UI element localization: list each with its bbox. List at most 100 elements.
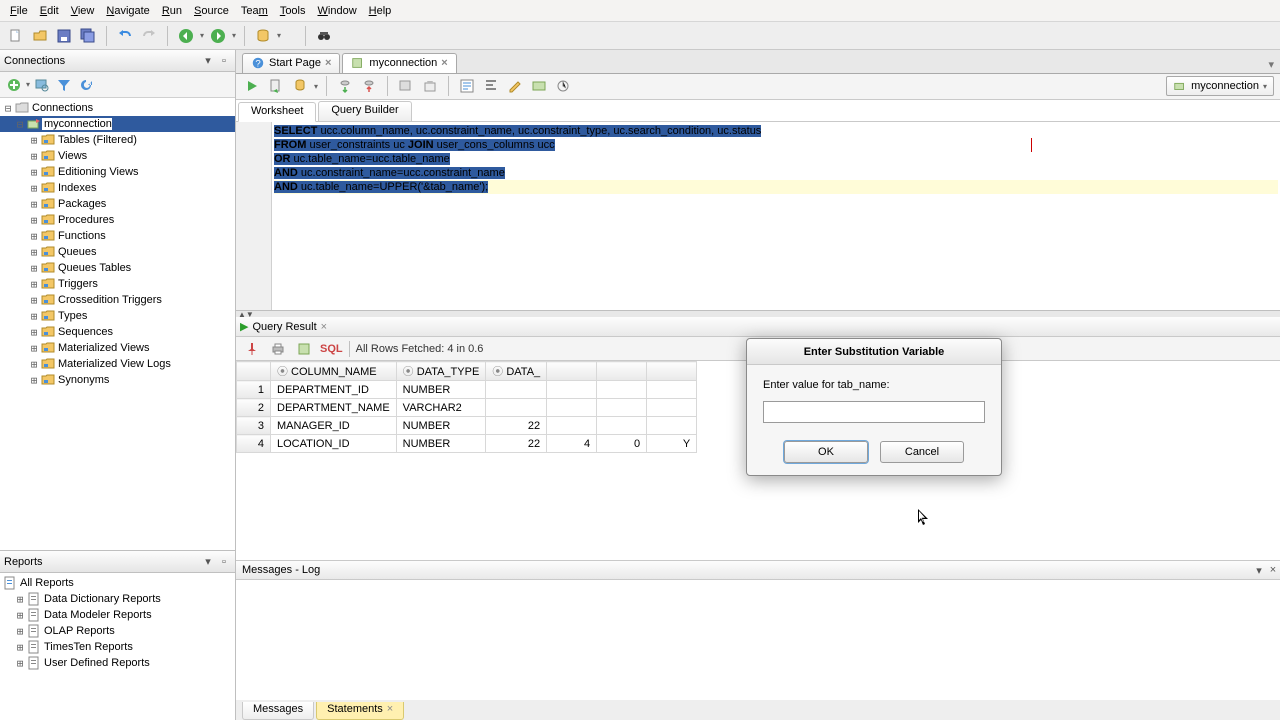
column-header[interactable] bbox=[597, 362, 647, 381]
column-header[interactable]: ⦿ DATA_TYPE bbox=[396, 362, 486, 381]
ok-button[interactable]: OK bbox=[784, 441, 868, 463]
menu-tools[interactable]: Tools bbox=[274, 3, 312, 19]
tree-item[interactable]: ⊞Synonyms bbox=[0, 372, 235, 388]
cancel-button[interactable]: Cancel bbox=[880, 441, 964, 463]
substitution-input[interactable] bbox=[763, 401, 985, 423]
minimize-icon[interactable]: ▾ bbox=[201, 54, 215, 68]
tree-item[interactable]: ⊞Triggers bbox=[0, 276, 235, 292]
tab-worksheet[interactable]: Worksheet bbox=[238, 102, 316, 122]
open-icon[interactable] bbox=[30, 26, 50, 46]
format-icon[interactable] bbox=[481, 76, 501, 96]
connections-tree[interactable]: ⊟ Connections ⊟ myconnection ⊞Tables (Fi… bbox=[0, 98, 235, 550]
tree-item[interactable]: ⊞Materialized View Logs bbox=[0, 356, 235, 372]
column-header[interactable]: ⦿ COLUMN_NAME bbox=[271, 362, 397, 381]
tab-statements[interactable]: Statements× bbox=[316, 702, 404, 720]
table-row[interactable]: 1DEPARTMENT_IDNUMBER bbox=[237, 381, 697, 399]
back-icon[interactable] bbox=[176, 26, 196, 46]
tree-item[interactable]: ⊞Materialized Views bbox=[0, 340, 235, 356]
menu-navigate[interactable]: Navigate bbox=[100, 3, 155, 19]
run-statement-icon[interactable] bbox=[242, 76, 262, 96]
tree-item[interactable]: ⊞Functions bbox=[0, 228, 235, 244]
snippet-icon[interactable] bbox=[529, 76, 549, 96]
save-all-icon[interactable] bbox=[78, 26, 98, 46]
minimize-icon[interactable]: ▾ bbox=[201, 555, 215, 569]
table-row[interactable]: 3MANAGER_IDNUMBER22 bbox=[237, 417, 697, 435]
connection-combo[interactable]: myconnection ▾ bbox=[1166, 76, 1274, 96]
tree-item[interactable]: ⊞Procedures bbox=[0, 212, 235, 228]
unshared-icon[interactable] bbox=[396, 76, 416, 96]
tabs-dropdown-icon[interactable]: ▾ bbox=[1262, 56, 1280, 73]
export-icon[interactable] bbox=[294, 339, 314, 359]
tab-myconnection[interactable]: myconnection × bbox=[342, 53, 456, 73]
close-icon[interactable]: × bbox=[441, 57, 447, 69]
close-icon[interactable]: × bbox=[1266, 564, 1280, 576]
query-result-tab[interactable]: ▶ Query Result × bbox=[236, 317, 1280, 337]
commit-icon[interactable] bbox=[335, 76, 355, 96]
close-icon[interactable]: × bbox=[387, 703, 393, 715]
tab-query-builder[interactable]: Query Builder bbox=[318, 101, 411, 121]
report-item[interactable]: ⊞OLAP Reports bbox=[0, 623, 235, 639]
tree-item[interactable]: ⊞Sequences bbox=[0, 324, 235, 340]
explain-plan-icon[interactable] bbox=[290, 76, 310, 96]
tree-item[interactable]: ⊞Queues Tables bbox=[0, 260, 235, 276]
report-item[interactable]: ⊞User Defined Reports bbox=[0, 655, 235, 671]
column-header[interactable] bbox=[547, 362, 597, 381]
reports-tree[interactable]: All Reports ⊞Data Dictionary Reports⊞Dat… bbox=[0, 573, 235, 720]
tab-start-page[interactable]: ? Start Page × bbox=[242, 53, 340, 73]
tree-item[interactable]: ⊞Editioning Views bbox=[0, 164, 235, 180]
tuning-icon[interactable] bbox=[553, 76, 573, 96]
table-row[interactable]: 4LOCATION_IDNUMBER2240Y bbox=[237, 435, 697, 453]
report-item[interactable]: ⊞Data Dictionary Reports bbox=[0, 591, 235, 607]
print-icon[interactable] bbox=[268, 339, 288, 359]
filter-icon[interactable] bbox=[54, 75, 74, 95]
refresh-icon[interactable] bbox=[76, 75, 96, 95]
sql-label[interactable]: SQL bbox=[320, 343, 343, 355]
reports-root[interactable]: All Reports bbox=[0, 575, 235, 591]
undo-icon[interactable] bbox=[115, 26, 135, 46]
menu-help[interactable]: Help bbox=[363, 3, 398, 19]
tree-item[interactable]: ⊞Indexes bbox=[0, 180, 235, 196]
forward-icon[interactable] bbox=[208, 26, 228, 46]
report-item[interactable]: ⊞TimesTen Reports bbox=[0, 639, 235, 655]
close-icon[interactable]: × bbox=[325, 57, 331, 69]
minimize-icon[interactable]: ▾ bbox=[1252, 564, 1266, 577]
tree-item[interactable]: ⊞Views bbox=[0, 148, 235, 164]
close-icon[interactable]: × bbox=[321, 321, 327, 333]
binoculars-icon[interactable] bbox=[314, 26, 334, 46]
tree-item[interactable]: ⊞Packages bbox=[0, 196, 235, 212]
menu-team[interactable]: Team bbox=[235, 3, 274, 19]
menu-view[interactable]: View bbox=[65, 3, 101, 19]
restore-icon[interactable]: ▫ bbox=[217, 54, 231, 68]
find-connection-icon[interactable] bbox=[32, 75, 52, 95]
new-connection-icon[interactable] bbox=[4, 75, 24, 95]
pin-icon[interactable] bbox=[242, 339, 262, 359]
menu-file[interactable]: File bbox=[4, 3, 34, 19]
db-icon[interactable] bbox=[253, 26, 273, 46]
run-script-icon[interactable] bbox=[266, 76, 286, 96]
menu-run[interactable]: Run bbox=[156, 3, 188, 19]
save-icon[interactable] bbox=[54, 26, 74, 46]
new-icon[interactable] bbox=[6, 26, 26, 46]
tab-messages[interactable]: Messages bbox=[242, 702, 314, 720]
menu-source[interactable]: Source bbox=[188, 3, 235, 19]
row-number-header[interactable] bbox=[237, 362, 271, 381]
redo-icon[interactable] bbox=[139, 26, 159, 46]
restore-icon[interactable]: ▫ bbox=[217, 555, 231, 569]
tree-item[interactable]: ⊞Crossedition Triggers bbox=[0, 292, 235, 308]
column-header[interactable]: ⦿ DATA_ bbox=[486, 362, 547, 381]
sql-editor[interactable]: SELECT ucc.column_name, uc.constraint_na… bbox=[236, 122, 1280, 311]
edit-icon[interactable] bbox=[505, 76, 525, 96]
sql-history-icon[interactable] bbox=[457, 76, 477, 96]
tree-connection[interactable]: ⊟ myconnection bbox=[0, 116, 235, 132]
column-header[interactable] bbox=[647, 362, 697, 381]
rollback-icon[interactable] bbox=[359, 76, 379, 96]
tree-item[interactable]: ⊞Types bbox=[0, 308, 235, 324]
tree-root[interactable]: ⊟ Connections bbox=[0, 100, 235, 116]
table-row[interactable]: 2DEPARTMENT_NAMEVARCHAR2 bbox=[237, 399, 697, 417]
report-item[interactable]: ⊞Data Modeler Reports bbox=[0, 607, 235, 623]
clear-icon[interactable] bbox=[420, 76, 440, 96]
tree-item[interactable]: ⊞Tables (Filtered) bbox=[0, 132, 235, 148]
tree-item[interactable]: ⊞Queues bbox=[0, 244, 235, 260]
menu-window[interactable]: Window bbox=[312, 3, 363, 19]
menu-edit[interactable]: Edit bbox=[34, 3, 65, 19]
